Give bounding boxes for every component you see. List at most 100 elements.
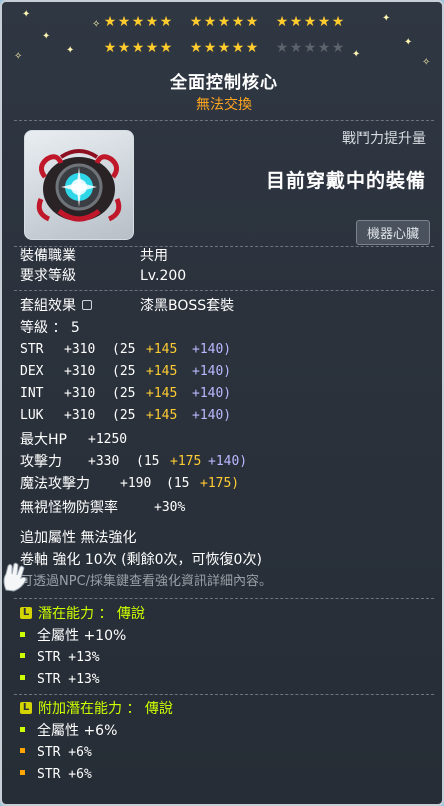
stat-row: DEX +310 (25 +145 +140): [20, 362, 231, 382]
stat-open: (25: [112, 386, 136, 401]
star-empty-icon: ★: [303, 40, 317, 56]
star-icon: ★: [117, 40, 131, 56]
stat-row: INT +310 (25 +145 +140): [20, 384, 231, 404]
star-icon: ★: [217, 14, 231, 30]
potential-title: 潛在能力 ： 傳說: [38, 606, 145, 622]
star-empty-icon: ★: [317, 40, 331, 56]
star-icon: ★: [217, 40, 231, 56]
mechanical-heart-icon: [36, 149, 122, 222]
bonus-potential-title: 附加潛在能力 ： 傳說: [38, 701, 173, 717]
stat-star: +145: [146, 342, 178, 357]
stat-name: INT: [20, 386, 44, 401]
attack-row: 攻擊力 +330 (15 +175 +140): [20, 452, 247, 472]
magic-attack-base: +190: [120, 476, 152, 491]
bullet-icon: [20, 675, 25, 680]
attack-bonus: +140): [208, 454, 248, 469]
hand-cursor-icon: [3, 562, 27, 592]
star-icon: ★: [103, 40, 117, 56]
stat-open: (25: [112, 364, 136, 379]
stat-star: +145: [146, 386, 178, 401]
star-icon: ★: [131, 14, 145, 30]
star-empty-icon: ★: [331, 40, 345, 56]
sparkle-icon: ✦: [66, 45, 75, 56]
bonus-potential-line: STR +6%: [20, 765, 92, 785]
magic-attack-star: +175): [200, 476, 240, 491]
sparkle-icon: ✧: [92, 19, 101, 30]
star-empty-icon: ★: [289, 40, 303, 56]
star-icon: ★: [331, 14, 345, 30]
star-empty-icon: ★: [275, 40, 289, 56]
lock-icon: [82, 300, 92, 310]
stat-star: +145: [146, 364, 178, 379]
ignore-def-label: 無視怪物防禦率: [20, 500, 118, 516]
potential-line-text: STR +13%: [37, 672, 100, 687]
legendary-badge-icon: L: [20, 702, 32, 714]
equipped-label: 目前穿戴中的裝備: [265, 170, 426, 192]
star-icon: ★: [303, 14, 317, 30]
max-hp-row: 最大HP +1250: [20, 430, 127, 450]
divider: [14, 246, 434, 247]
sparkle-icon: ✦: [42, 31, 51, 42]
star-icon: ★: [189, 14, 203, 30]
hint-text: 可透過NPC/採集鍵查看強化資訊詳細內容。: [20, 574, 273, 589]
bonus-potential-line-text: STR +6%: [37, 745, 92, 760]
attack-base: +330: [88, 454, 120, 469]
sparkle-icon: ✦: [352, 49, 361, 60]
attack-star: +175: [170, 454, 202, 469]
potential-line: 全屬性 +10%: [20, 626, 126, 646]
potential-line-text: 全屬性 +10%: [37, 628, 127, 644]
bullet-icon: [20, 748, 25, 753]
trade-status: 無法交換: [196, 97, 252, 113]
legendary-badge-icon: L: [20, 607, 32, 619]
star-icon: ★: [245, 40, 259, 56]
star-icon: ★: [203, 14, 217, 30]
item-name: 全面控制核心: [170, 73, 278, 93]
attack-open: (15: [136, 454, 160, 469]
max-hp-label: 最大HP: [20, 432, 67, 448]
star-icon: ★: [131, 40, 145, 56]
stat-name: DEX: [20, 364, 44, 379]
bullet-icon: [20, 770, 25, 775]
stat-bonus: +140): [192, 386, 232, 401]
divider: [14, 120, 434, 121]
stat-bonus: +140): [192, 342, 232, 357]
scroll-row: 卷軸 強化 10次 (剩餘0次，可恢復0次): [20, 552, 262, 568]
star-icon: ★: [117, 14, 131, 30]
star-icon: ★: [159, 14, 173, 30]
stat-row: LUK +310 (25 +145 +140): [20, 406, 231, 426]
power-increase-label: 戰鬥力提升量: [342, 131, 426, 147]
star-icon: ★: [145, 14, 159, 30]
set-effect-label: 套組效果: [20, 298, 76, 314]
stat-base: +310: [64, 364, 96, 379]
magic-attack-row: 魔法攻擊力 +190 (15 +175): [20, 474, 239, 494]
star-icon: ★: [317, 14, 331, 30]
stat-bonus: +140): [192, 364, 232, 379]
ignore-def-value: +30%: [154, 500, 186, 515]
stat-base: +310: [64, 386, 96, 401]
divider: [14, 694, 434, 695]
bonus-potential-line: STR +6%: [20, 743, 92, 763]
bullet-icon: [20, 631, 25, 637]
star-icon: ★: [231, 40, 245, 56]
job-label: 裝備職業: [20, 248, 76, 264]
bullet-icon: [20, 653, 25, 658]
bullet-icon: [20, 726, 25, 732]
sparkle-icon: ✧: [422, 57, 431, 68]
stat-base: +310: [64, 408, 96, 423]
flame-row: 追加屬性 無法強化: [20, 530, 137, 546]
star-icon: ★: [103, 14, 117, 30]
stat-row: STR +310 (25 +145 +140): [20, 340, 231, 360]
potential-line: STR +13%: [20, 648, 100, 668]
potential-title-row: L 潛在能力 ： 傳說: [20, 604, 145, 624]
potential-line: STR +13%: [20, 670, 100, 690]
item-icon-frame: [24, 130, 134, 240]
ignore-def-row: 無視怪物防禦率 +30%: [20, 498, 185, 518]
stat-base: +310: [64, 342, 96, 357]
stat-open: (25: [112, 342, 136, 357]
bonus-potential-line-text: 全屬性 +6%: [37, 723, 118, 739]
max-hp-value: +1250: [88, 432, 128, 447]
bonus-potential-line: 全屬性 +6%: [20, 721, 117, 741]
slot-button[interactable]: 機器心臟: [355, 220, 430, 245]
bonus-potential-line-text: STR +6%: [37, 767, 92, 782]
magic-attack-label: 魔法攻擊力: [20, 476, 90, 492]
